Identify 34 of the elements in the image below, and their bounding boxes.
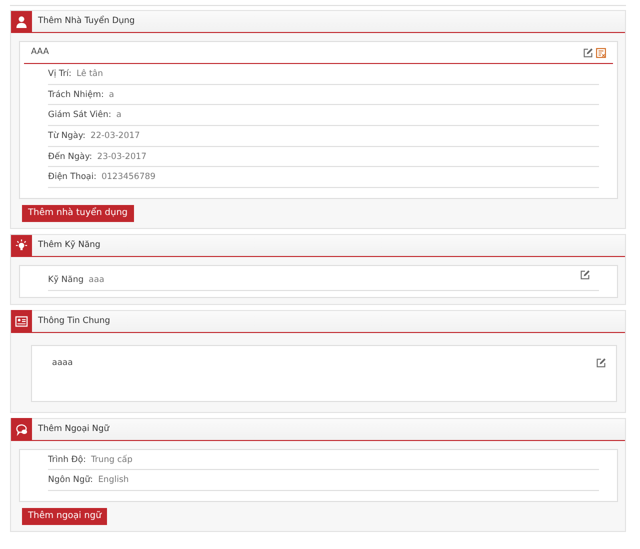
add-button[interactable]: Thêm ngoại ngữ: [22, 508, 108, 526]
field-label: Giám Sát Viên:: [48, 110, 112, 121]
field-label: Đến Ngày:: [48, 152, 92, 162]
chat-icon: [15, 422, 28, 436]
info-text: aaaa: [52, 358, 73, 369]
field-label: Vị Trí:: [48, 69, 72, 80]
lightbulb-icon: [15, 239, 28, 252]
field-value: a: [116, 110, 122, 121]
edit-icon[interactable]: [580, 270, 590, 280]
entry-title: AAA: [31, 47, 49, 58]
field-value: Trung cấp: [90, 454, 133, 466]
delete-icon[interactable]: [596, 48, 606, 58]
field-value: 23-03-2017: [97, 152, 147, 162]
field-label: Kỹ Năng: [48, 275, 84, 286]
field-label: Điện Thoại:: [48, 172, 96, 183]
section-title: Thêm Kỹ Năng: [38, 240, 100, 251]
section-title: Thêm Ngoại Ngữ: [38, 424, 110, 434]
add-button[interactable]: Thêm nhà tuyển dụng: [22, 204, 134, 222]
field-value: 0123456789: [101, 172, 156, 183]
field-value: Lê tân: [76, 69, 103, 80]
field-value: aaa: [88, 275, 104, 286]
field-label: Từ Ngày:: [48, 130, 86, 142]
person-icon: [15, 15, 28, 28]
field-label: Trách Nhiệm:: [48, 90, 104, 100]
section-title: Thông Tin Chung: [38, 316, 110, 326]
edit-icon[interactable]: [596, 358, 606, 368]
field-label: Trình Độ:: [48, 454, 86, 466]
field-value: a: [108, 90, 114, 100]
field-value: English: [98, 475, 129, 486]
id-card-icon: [15, 314, 28, 328]
field-label: Ngôn Ngữ:: [48, 475, 94, 486]
field-value: 22-03-2017: [90, 130, 140, 142]
edit-icon[interactable]: [583, 48, 593, 58]
section-title: Thêm Nhà Tuyển Dụng: [38, 16, 135, 27]
